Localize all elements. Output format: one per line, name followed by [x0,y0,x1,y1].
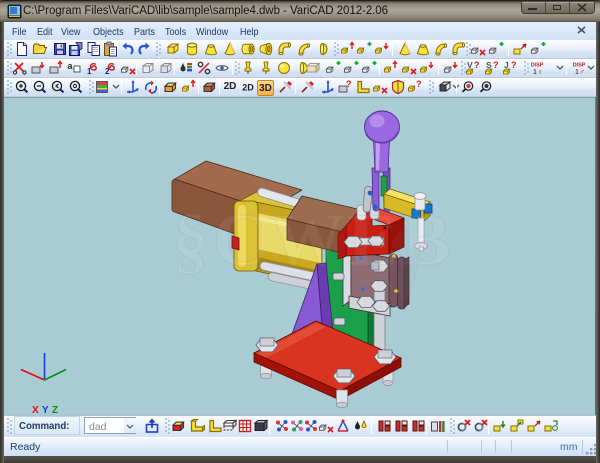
svg-text:♂: ♂ [579,68,585,77]
svg-text:Y: Y [42,405,49,415]
svg-text:Z: Z [52,405,58,415]
svg-text:2D: 2D [242,83,254,93]
svg-text:?: ? [346,79,352,89]
svg-text:?: ? [511,60,517,70]
svg-text:2: 2 [105,67,110,76]
svg-text:?: ? [416,79,422,89]
svg-text:1: 1 [87,67,92,76]
svg-text:?: ? [474,60,480,70]
svg-text:♀: ♀ [537,68,543,77]
svg-text:S: S [486,60,492,70]
svg-text:a: a [68,61,74,71]
svg-text:X: X [32,405,39,415]
svg-text:?: ? [493,60,499,70]
svg-text:J: J [504,60,509,70]
